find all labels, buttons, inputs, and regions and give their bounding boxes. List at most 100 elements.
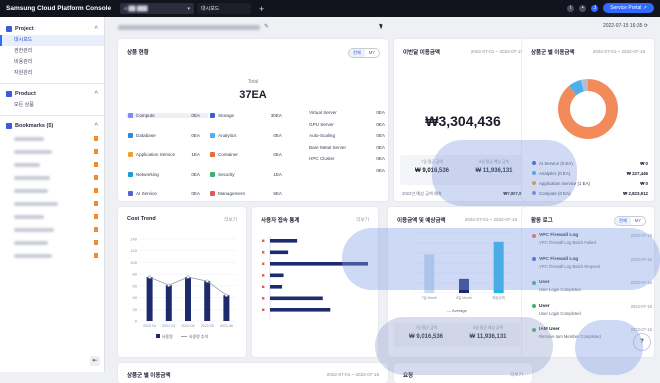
bookmark-item[interactable]	[0, 197, 104, 210]
access-bar[interactable]	[270, 273, 284, 278]
bookmark-item[interactable]	[0, 223, 104, 236]
bookmark-item[interactable]	[0, 145, 104, 158]
trend-point[interactable]	[186, 275, 190, 279]
toggle-my[interactable]: MY	[631, 217, 645, 225]
bookmark-list	[0, 132, 104, 262]
more-link[interactable]: 더보기	[510, 372, 523, 378]
activity-item[interactable]: VPC Firewall Log 2022-07-15 VPC Firewall L…	[532, 233, 652, 245]
chevron-up-icon[interactable]: ^	[94, 26, 98, 32]
legend-name: Application Service (1 EA)	[539, 180, 591, 186]
info-icon[interactable]: i	[567, 4, 575, 12]
chevron-up-icon[interactable]: ^	[94, 91, 98, 97]
collapse-sidebar-icon[interactable]: ⇤	[90, 356, 100, 366]
resource-item[interactable]: Networking 0EA	[126, 171, 208, 177]
bookmark-item[interactable]	[0, 132, 104, 145]
toggle-all[interactable]: 전체	[349, 49, 365, 57]
toggle-my[interactable]: MY	[365, 49, 379, 57]
trend-point[interactable]	[167, 283, 171, 287]
sidebar-item-cost[interactable]: 비용관리	[0, 57, 104, 68]
bookmark-flag-icon[interactable]	[94, 240, 98, 245]
access-bar[interactable]	[270, 262, 368, 266]
resource-item[interactable]: Management 5EA	[208, 191, 290, 197]
usage-bar[interactable]	[424, 254, 435, 293]
bookmark-item[interactable]	[0, 184, 104, 197]
usage-bar[interactable]	[493, 241, 504, 293]
cost-bar[interactable]	[185, 277, 191, 321]
brand-title[interactable]: Samsung Cloud Platform Console	[0, 5, 111, 12]
more-link[interactable]: 더보기	[356, 217, 369, 223]
row-marker	[262, 308, 265, 311]
access-bar[interactable]	[270, 285, 283, 289]
project-selector[interactable]: ● ██ ███ ▾	[120, 3, 194, 14]
bookmark-flag-icon[interactable]	[94, 253, 98, 258]
activity-item[interactable]: User 2022-07-15 User Login Completed	[532, 280, 652, 292]
user-avatar[interactable]: J	[591, 4, 599, 12]
access-bar[interactable]	[270, 239, 298, 243]
resource-name: Application Service	[136, 152, 176, 158]
trend-point[interactable]	[205, 279, 209, 283]
sidebar-item-dashboard[interactable]: 대시보드	[0, 35, 104, 46]
bookmark-item[interactable]	[0, 249, 104, 262]
bookmark-item[interactable]	[0, 158, 104, 171]
trend-point[interactable]	[224, 293, 228, 297]
chevron-up-icon[interactable]: ^	[94, 123, 98, 129]
y-tick-label: 60	[133, 283, 138, 288]
sidebar-item-permissions[interactable]: 권한관리	[0, 46, 104, 57]
access-bar[interactable]	[270, 308, 331, 312]
bookmark-flag-icon[interactable]	[94, 162, 98, 167]
resource-name: Analytics	[218, 132, 237, 138]
trend-point[interactable]	[148, 275, 152, 279]
resource-item[interactable]: Container 0EA	[208, 152, 290, 158]
cost-bar[interactable]	[146, 277, 153, 321]
y-tick-label: 100	[130, 260, 137, 265]
service-portal-button[interactable]: Service Portal ↗	[603, 3, 654, 13]
bookmark-flag-icon[interactable]	[94, 201, 98, 206]
top-right-tools: i • J Service Portal ↗	[567, 3, 654, 13]
bookmark-flag-icon[interactable]	[94, 214, 98, 219]
resource-item[interactable]: Storage 30EA	[208, 113, 290, 119]
resource-item[interactable]: AI Service 0EA	[126, 191, 208, 197]
activity-item[interactable]: VPC Firewall Log 2022-07-15 VPC Firewall L…	[532, 257, 652, 269]
avg7-label: 7일 평균 금액	[415, 326, 437, 330]
bell-icon[interactable]: •	[579, 4, 587, 12]
access-bar[interactable]	[270, 250, 289, 255]
edit-icon[interactable]: ✎	[264, 23, 269, 30]
bookmark-flag-icon[interactable]	[94, 227, 98, 232]
bookmark-flag-icon[interactable]	[94, 149, 98, 154]
category-icon	[128, 171, 133, 177]
bookmark-flag-icon[interactable]	[94, 136, 98, 141]
access-bar[interactable]	[270, 296, 323, 301]
add-tab-icon[interactable]: +	[259, 4, 264, 14]
sidebar-section-bookmarks[interactable]: Bookmarks (5) ^	[0, 120, 104, 132]
tab-dashboard[interactable]: 대시보드	[197, 3, 251, 14]
cost-bar[interactable]	[223, 295, 230, 321]
bookmark-item[interactable]	[0, 210, 104, 223]
resource-item[interactable]: Application Service 1EA	[126, 152, 208, 158]
cost-bar[interactable]	[204, 281, 211, 321]
resource-item[interactable]: Compute 0EA	[126, 113, 208, 119]
sidebar-item-resources[interactable]: 자원관리	[0, 68, 104, 79]
cost-bar[interactable]	[165, 285, 172, 321]
sidebar-section-project[interactable]: Project ^	[0, 23, 104, 35]
sidebar-section-product[interactable]: Product ^	[0, 88, 104, 100]
resource-item[interactable]: Analytics 0EA	[208, 132, 290, 138]
bookmark-item[interactable]	[0, 236, 104, 249]
bookmark-flag-icon[interactable]	[94, 175, 98, 180]
monthly-usage-card: 이번달 이용금액 2022-07-01 ~ 2022-07-15 ₩3,304,…	[394, 39, 532, 201]
resource-item[interactable]: Database 0EA	[126, 132, 208, 138]
support-icon[interactable]: ?	[634, 334, 650, 350]
more-link[interactable]: 더보기	[224, 217, 237, 223]
activity-item[interactable]: User 2022-07-15 User Login Completed	[532, 304, 652, 316]
bookmark-label	[14, 175, 50, 180]
sidebar-item-all-products[interactable]: 모든 상품	[0, 100, 104, 111]
last-updated[interactable]: 2022-07-15 16:35 ⟳	[603, 23, 648, 29]
usage-bar[interactable]	[459, 278, 469, 293]
toggle-all[interactable]: 전체	[615, 217, 631, 225]
activity-desc: VPC Firewall Log Batch Failed	[539, 240, 596, 245]
legend-dot	[532, 161, 536, 165]
activity-desc: User Login Completed	[539, 287, 581, 292]
resource-item[interactable]: Security 1EA	[208, 171, 290, 177]
bookmark-label	[14, 240, 48, 245]
bookmark-item[interactable]	[0, 171, 104, 184]
bookmark-flag-icon[interactable]	[94, 188, 98, 193]
